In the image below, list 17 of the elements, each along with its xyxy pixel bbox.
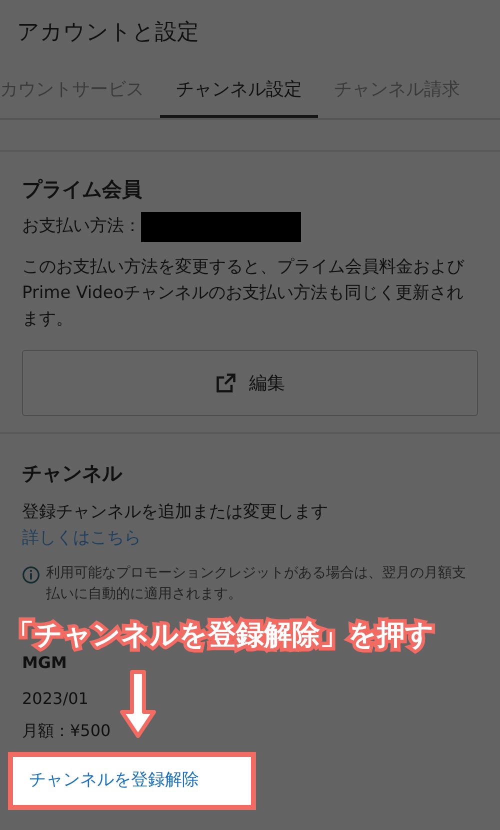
section-heading: プライム会員 <box>22 176 143 203</box>
section-heading: チャンネル <box>22 460 124 487</box>
payment-note: このお支払い方法を変更すると、プライム会員料金およびPrime Videoチャンネルのお支払い方法も同じく更新されます。 <box>22 256 466 331</box>
annotation-text: 「チャンネルを登録解除」を押す <box>6 617 434 653</box>
channel-date: 2023/01 <box>22 688 90 710</box>
external-link-icon <box>215 372 237 394</box>
channel-price: 月額：¥500 <box>22 721 111 741</box>
page-title: アカウントと設定 <box>17 18 199 46</box>
edit-button[interactable]: 編集 <box>22 350 478 416</box>
channel-name: MGM <box>22 652 68 674</box>
payment-label: お支払い方法： <box>22 215 141 238</box>
tab[interactable]: チャンネル設定 <box>160 64 318 118</box>
section-description: 登録チャンネルを追加または変更します <box>22 501 329 524</box>
learn-more-link[interactable]: 詳しくはこちら <box>22 526 478 551</box>
info-icon <box>22 566 40 584</box>
unsubscribe-link[interactable]: チャンネルを登録解除 <box>8 752 256 810</box>
promotion-info: 利用可能なプロモーションクレジットがある場合は、翌月の月額支払いに自動的に適用されます。 <box>46 564 467 604</box>
